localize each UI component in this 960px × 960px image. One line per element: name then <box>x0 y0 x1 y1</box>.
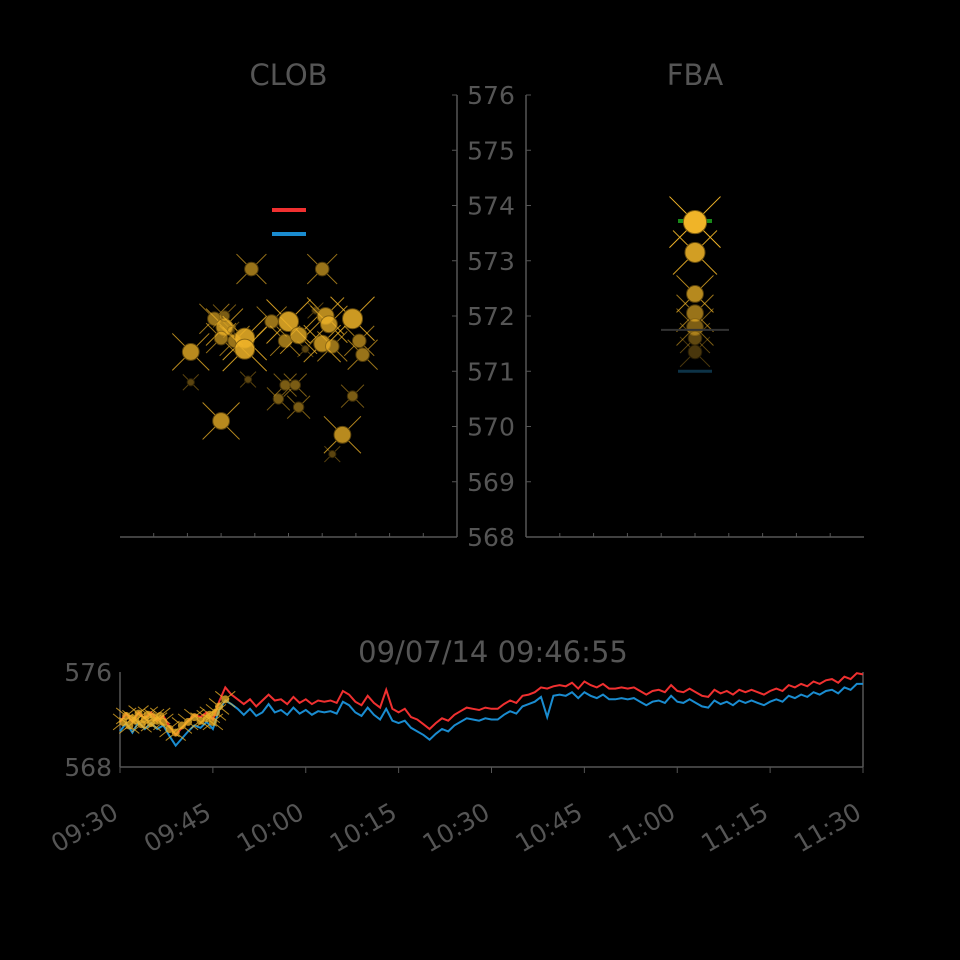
clob-order-marker-dot <box>301 345 310 354</box>
clob-order-marker-dot <box>346 390 359 402</box>
clob-order-marker-dot <box>314 261 330 277</box>
ts-x-tick-label: 11:15 <box>696 797 773 858</box>
fba-order-marker-dot <box>687 344 703 360</box>
clob-order-marker-dot <box>264 314 279 329</box>
clob-order-marker <box>286 395 311 419</box>
clob-order-marker-dot <box>325 339 340 354</box>
y-tick-label: 570 <box>467 413 515 442</box>
fba-order-marker-dot <box>687 330 703 346</box>
ts-x-tick-label: 09:30 <box>46 797 123 858</box>
clob-order-marker <box>297 340 314 358</box>
y-tick-label: 568 <box>467 523 515 552</box>
clob-order-marker <box>239 371 257 388</box>
ts-x-tick-label: 09:45 <box>139 797 216 858</box>
clob-order-marker-dot <box>328 450 337 459</box>
fba-title: FBA <box>667 58 724 92</box>
fba-order-marker-dot <box>682 209 708 235</box>
clob-order-marker <box>202 402 240 440</box>
clob-order-marker-dot <box>244 261 259 277</box>
clob-order-marker-dot <box>289 379 301 391</box>
clob-order-marker <box>323 415 362 454</box>
timeseries-title: 09/07/14 09:46:55 <box>358 635 628 669</box>
y-tick-label: 573 <box>467 247 515 276</box>
clob-order-marker-dot <box>333 425 352 444</box>
ts-x-tick-label: 10:45 <box>510 797 587 858</box>
ts-order-marker-dot <box>208 717 217 726</box>
clob-order-marker-dot <box>212 412 231 430</box>
clob-order-marker-dot <box>186 378 195 387</box>
clob-order-marker-dot <box>351 333 367 349</box>
fba-order-marker <box>672 230 718 275</box>
clob-order-marker-dot <box>218 310 231 322</box>
fba-order-marker-dot <box>686 285 704 303</box>
fba-order-marker-dot <box>684 241 706 263</box>
ts-x-tick-label: 11:30 <box>789 797 866 858</box>
y-tick-label: 571 <box>467 357 515 386</box>
clob-order-marker-dot <box>311 306 320 315</box>
y-tick-label: 574 <box>467 192 515 221</box>
clob-order-marker <box>171 333 210 371</box>
ts-x-tick-label: 10:00 <box>232 797 309 858</box>
clob-order-marker-dot <box>289 326 308 345</box>
ts-x-tick-label: 10:30 <box>418 797 495 858</box>
fba-order-marker <box>669 196 721 248</box>
clob-order-marker <box>266 387 291 411</box>
clob-order-marker-dot <box>234 338 256 360</box>
clob-order-marker <box>236 253 267 285</box>
ts-y-tick-label: 568 <box>64 753 112 782</box>
y-tick-label: 569 <box>467 468 515 497</box>
clob-order-marker-dot <box>342 308 364 330</box>
y-tick-label: 575 <box>467 136 515 165</box>
ts-x-tick-label: 11:00 <box>603 797 680 858</box>
clob-order-marker-dot <box>279 379 291 391</box>
clob-order-marker-dot <box>213 330 229 346</box>
ts-y-tick-label: 576 <box>64 658 112 687</box>
y-tick-label: 576 <box>467 81 515 110</box>
clob-order-marker <box>182 374 200 391</box>
clob-order-marker <box>324 445 341 463</box>
clob-order-marker-dot <box>355 347 370 362</box>
y-tick-label: 572 <box>467 302 515 331</box>
chart-svg: CLOB FBA 568 569 570 571 572 573 574 575 576 09/07/… <box>46 58 866 858</box>
clob-order-marker-dot <box>181 343 200 361</box>
clob-order-marker <box>306 253 338 285</box>
ts-order-marker-dot <box>221 695 230 704</box>
clob-order-marker-dot <box>292 401 305 413</box>
clob-order-marker <box>340 384 365 408</box>
clob-order-marker-dot <box>227 325 236 334</box>
ts-x-tick-label: 10:15 <box>325 797 402 858</box>
chart-root: CLOB FBA 568 569 570 571 572 573 574 575 576 09/07/… <box>0 0 960 960</box>
clob-order-marker-dot <box>243 375 253 384</box>
clob-title: CLOB <box>249 58 327 92</box>
